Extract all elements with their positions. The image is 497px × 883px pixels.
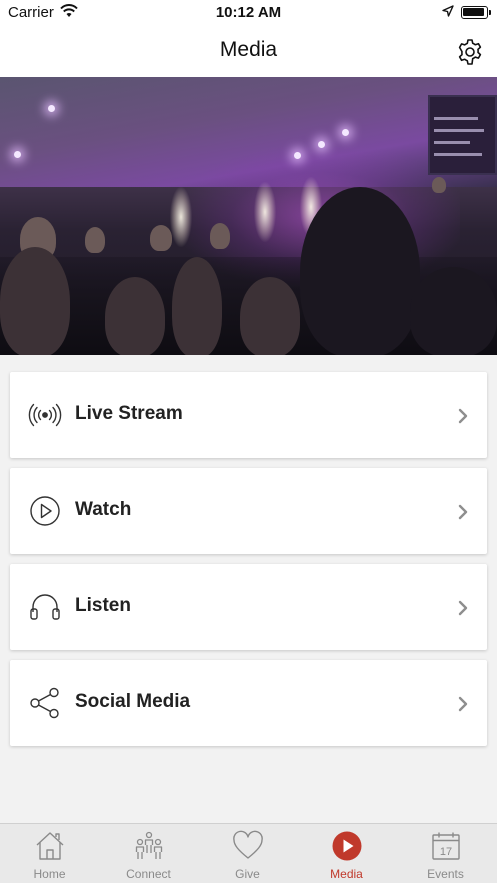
home-icon bbox=[36, 832, 64, 860]
clock: 10:12 AM bbox=[215, 4, 282, 21]
tab-label: Give bbox=[235, 867, 260, 881]
tab-home[interactable]: Home bbox=[0, 824, 99, 883]
projection-screen bbox=[428, 95, 497, 175]
heart-icon bbox=[233, 830, 263, 859]
menu-label: Watch bbox=[75, 499, 132, 520]
nav-bar: Media bbox=[0, 26, 497, 77]
tab-media[interactable]: Media bbox=[297, 824, 396, 883]
tab-label: Connect bbox=[126, 867, 171, 881]
battery-icon bbox=[461, 6, 491, 19]
chevron-right-icon bbox=[458, 408, 468, 424]
menu-item-live-stream[interactable]: Live Stream bbox=[10, 372, 487, 458]
menu-label: Social Media bbox=[75, 691, 191, 712]
chevron-right-icon bbox=[458, 600, 468, 616]
status-bar: Carrier 10:12 AM bbox=[0, 0, 497, 26]
calendar-day: 17 bbox=[440, 846, 452, 858]
play-circle-icon bbox=[30, 496, 60, 526]
tab-bar: Home Connect Give Media 17 Events bbox=[0, 823, 497, 883]
play-circle-icon bbox=[332, 831, 362, 861]
menu-label: Listen bbox=[75, 595, 131, 616]
headphones-icon bbox=[30, 594, 60, 620]
tab-give[interactable]: Give bbox=[198, 824, 297, 883]
calendar-icon: 17 bbox=[432, 832, 460, 860]
tab-label: Home bbox=[33, 867, 66, 881]
share-icon bbox=[30, 687, 59, 719]
tab-label: Events bbox=[427, 867, 464, 881]
gear-icon[interactable] bbox=[456, 38, 484, 66]
tab-label: Media bbox=[330, 867, 363, 881]
broadcast-icon bbox=[28, 403, 62, 427]
page-title: Media bbox=[219, 38, 278, 61]
menu-item-listen[interactable]: Listen bbox=[10, 564, 487, 650]
menu-item-social-media[interactable]: Social Media bbox=[10, 660, 487, 746]
tab-connect[interactable]: Connect bbox=[99, 824, 198, 883]
chevron-right-icon bbox=[458, 504, 468, 520]
hero-image bbox=[0, 77, 497, 355]
people-icon bbox=[135, 831, 163, 859]
chevron-right-icon bbox=[458, 696, 468, 712]
menu-label: Live Stream bbox=[75, 403, 183, 424]
menu-item-watch[interactable]: Watch bbox=[10, 468, 487, 554]
location-arrow-icon bbox=[442, 5, 454, 17]
tab-events[interactable]: 17 Events bbox=[396, 824, 495, 883]
